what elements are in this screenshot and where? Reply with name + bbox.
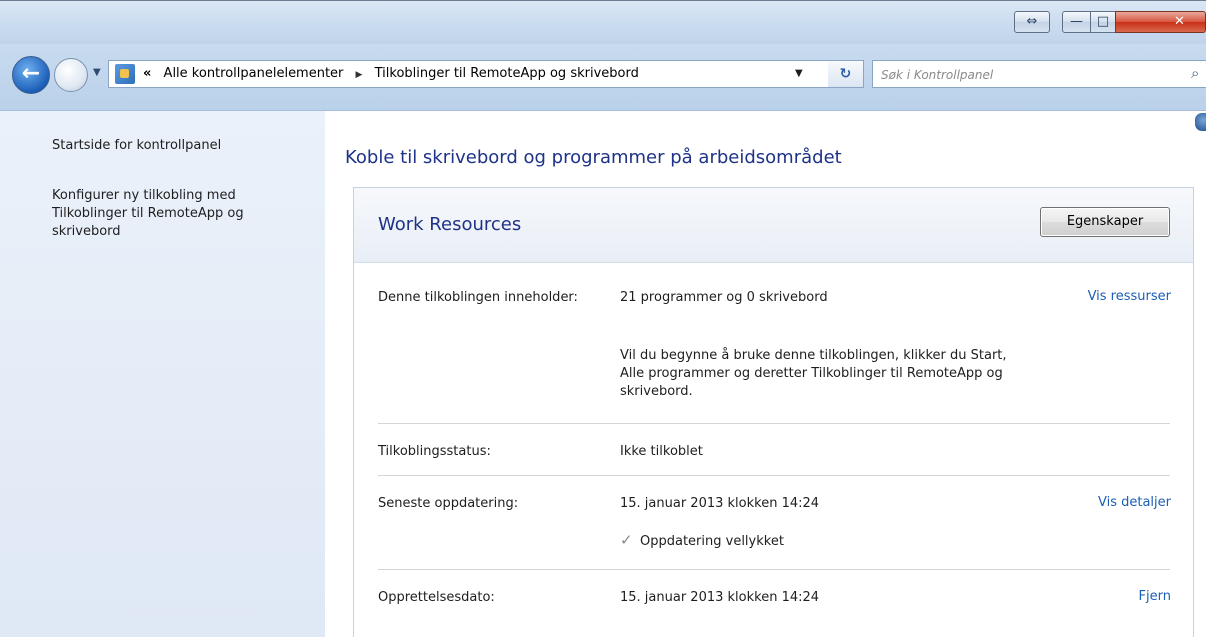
minimize-button[interactable]: — [1062,11,1091,33]
status-value: Ikke tilkoblet [620,444,703,459]
divider [378,569,1170,570]
back-arrow-icon: ← [21,61,41,86]
update-result-text: Oppdatering vellykket [640,534,784,549]
maximize-button[interactable]: □ [1090,11,1116,33]
connection-card: Work Resources Egenskaper Denne tilkobli… [353,187,1194,637]
checkmark-icon: ✓ [620,531,633,549]
main-content: Koble til skrivebord og programmer på ar… [325,110,1206,637]
view-resources-link[interactable]: Vis ressurser [1088,289,1171,304]
breadcrumb: « Alle kontrollpanelelementer ▶ Tilkobli… [143,61,639,87]
usage-hint: Vil du begynne å bruke denne tilkoblinge… [620,348,1007,399]
close-icon: ✕ [1174,14,1185,29]
refresh-button[interactable]: ↻ [828,60,864,88]
contents-value: 21 programmer og 0 skrivebord [620,290,828,305]
control-panel-icon [115,64,135,84]
sidebar-item-configure-new-connection[interactable]: Konfigurer ny tilkobling med Tilkoblinge… [52,187,302,241]
forward-button[interactable] [54,58,88,92]
help-icon[interactable] [1195,113,1206,131]
created-value: 15. januar 2013 klokken 14:24 [620,590,820,605]
last-update-label: Seneste oppdatering: [378,496,519,511]
breadcrumb-separator-icon[interactable]: ▶ [356,70,363,80]
view-details-link[interactable]: Vis detaljer [1098,495,1171,510]
divider [378,423,1170,424]
sidebar-item-control-panel-home[interactable]: Startside for kontrollpanel [52,137,302,155]
status-label: Tilkoblingsstatus: [378,444,491,459]
search-box[interactable]: ⌕ [872,60,1206,88]
refresh-icon: ↻ [839,66,852,82]
breadcrumb-overflow-icon[interactable]: « [143,66,151,81]
task-pane: Startside for kontrollpanel Konfigurer n… [0,110,325,637]
divider [378,475,1170,476]
close-button[interactable]: ✕ [1115,11,1206,33]
restore-icon: ⇔ [1026,14,1038,29]
breadcrumb-item-all-control-panel-items[interactable]: Alle kontrollpanelelementer [164,66,344,81]
contents-label: Denne tilkoblingen inneholder: [378,290,578,305]
minimize-icon: — [1070,14,1083,29]
window-titlebar: ⇔ — □ ✕ [0,0,1206,45]
recent-pages-dropdown-icon[interactable]: ▼ [93,67,101,78]
properties-button[interactable]: Egenskaper [1040,207,1170,237]
connection-name: Work Resources [378,214,522,235]
connection-card-header: Work Resources Egenskaper [354,188,1193,263]
created-label: Opprettelsesdato: [378,590,495,605]
last-update-value: 15. januar 2013 klokken 14:24 [620,496,820,511]
update-result: ✓ Oppdatering vellykket [620,531,1040,551]
back-button[interactable]: ← [12,56,50,94]
address-dropdown-icon[interactable]: ▼ [795,61,803,87]
navigation-bar: ← ▼ « Alle kontrollpanelelementer ▶ Tilk… [0,44,1206,110]
search-icon[interactable]: ⌕ [1191,64,1199,82]
snap-button[interactable]: ⇔ [1014,11,1050,33]
remove-link[interactable]: Fjern [1139,589,1171,604]
page-title: Koble til skrivebord og programmer på ar… [345,147,842,168]
breadcrumb-item-remoteapp[interactable]: Tilkoblinger til RemoteApp og skrivebord [375,66,639,81]
address-bar[interactable]: « Alle kontrollpanelelementer ▶ Tilkobli… [108,60,860,88]
maximize-icon: □ [1096,14,1110,29]
search-input[interactable] [879,64,1173,86]
